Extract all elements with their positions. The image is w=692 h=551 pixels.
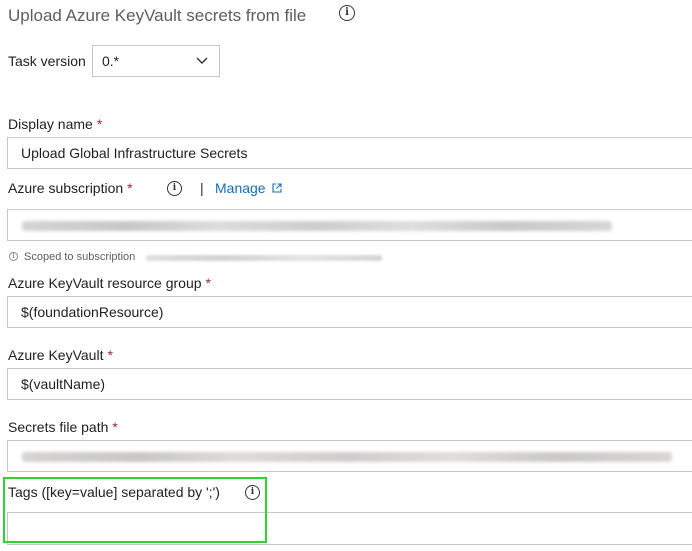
secrets-file-label: Secrets file path * <box>8 419 118 435</box>
required-marker: * <box>127 180 133 196</box>
display-name-input[interactable]: Upload Global Infrastructure Secrets <box>7 137 692 169</box>
separator: | <box>200 180 204 196</box>
resource-group-input[interactable]: $(foundationResource) <box>7 296 692 328</box>
info-icon[interactable]: i <box>339 5 355 21</box>
scope-note: Scoped to subscription <box>24 251 136 263</box>
display-name-value: Upload Global Infrastructure Secrets <box>21 145 248 161</box>
task-version-label: Task version <box>8 53 86 69</box>
azure-subscription-label: Azure subscription * <box>8 180 133 196</box>
keyvault-value: $(vaultName) <box>21 376 106 392</box>
required-marker: * <box>96 116 103 132</box>
page-title: Upload Azure KeyVault secrets from file <box>8 6 307 25</box>
manage-link[interactable]: Manage <box>215 180 283 196</box>
redacted-file-path <box>22 452 672 462</box>
resource-group-label: Azure KeyVault resource group * <box>8 275 211 291</box>
info-icon: i <box>9 252 18 261</box>
keyvault-label: Azure KeyVault * <box>8 347 113 363</box>
subscription-info-icon[interactable]: i <box>167 181 182 196</box>
secrets-file-input[interactable] <box>7 440 692 472</box>
redacted-subscription-scope <box>146 255 382 261</box>
task-version-value: 0.* <box>102 53 120 69</box>
required-marker: * <box>205 275 211 291</box>
redacted-subscription <box>22 221 612 231</box>
resource-group-value: $(foundationResource) <box>21 304 164 320</box>
chevron-down-icon <box>196 57 208 64</box>
required-marker: * <box>107 347 113 363</box>
external-link-icon <box>272 183 283 193</box>
azure-subscription-select[interactable] <box>7 209 692 241</box>
highlight-box <box>3 477 267 543</box>
task-version-select[interactable]: 0.* <box>92 45 220 77</box>
keyvault-input[interactable]: $(vaultName) <box>7 368 692 400</box>
required-marker: * <box>112 419 118 435</box>
display-name-label: Display name * <box>8 116 103 132</box>
